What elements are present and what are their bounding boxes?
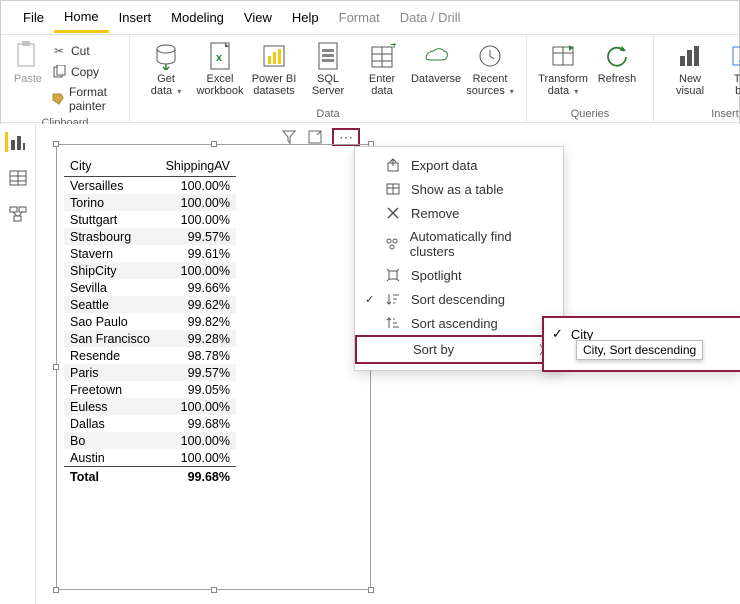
group-label-data: Data [140,106,516,120]
sql-button[interactable]: SQLServer [302,39,354,99]
refresh-icon [602,41,632,71]
report-canvas[interactable]: ⋯ City ShippingAV Versailles100.00%Torin… [36,124,740,604]
spotlight-icon [385,267,401,283]
col-header-shipping[interactable]: ShippingAV [158,156,236,177]
clusters-icon [385,236,400,252]
table-row[interactable]: Freetown99.05% [64,381,236,398]
ctx-show-as-a-table[interactable]: Show as a table [355,177,563,201]
table-row[interactable]: Dallas99.68% [64,415,236,432]
excel-button[interactable]: xExcelworkbook [194,39,246,99]
svg-text:x: x [216,52,223,64]
menubar-tab-modeling[interactable]: Modeling [161,4,234,31]
ctx-spotlight[interactable]: Spotlight [355,263,563,287]
table-row[interactable]: ShipCity100.00% [64,262,236,279]
ctx-sort-by[interactable]: Sort by〉 [355,335,563,364]
menubar-tab-insert[interactable]: Insert [109,4,162,31]
table-row[interactable]: Paris99.57% [64,364,236,381]
ctx-automatically-find-clusters[interactable]: Automatically find clusters [355,225,563,263]
table-row[interactable]: Euless100.00% [64,398,236,415]
menubar-tab-format[interactable]: Format [329,4,390,31]
ctx-remove[interactable]: Remove [355,201,563,225]
blank-icon [387,342,403,358]
transform-button[interactable]: Transformdata ▾ [537,39,589,99]
dataverse-icon [421,41,451,71]
ctx-export-data[interactable]: Export data [355,153,563,177]
table-row[interactable]: Strasbourg99.57% [64,228,236,245]
text_box-icon: A [729,41,740,71]
table-row[interactable]: Austin100.00% [64,449,236,467]
table-row[interactable]: Sevilla99.66% [64,279,236,296]
dataverse-button[interactable]: Dataverse [410,39,462,87]
col-header-city[interactable]: City [64,156,158,177]
cut-button[interactable]: ✂Cut [47,41,119,61]
sort-desc-icon [385,291,401,307]
sql-icon [313,41,343,71]
report-view-icon[interactable] [5,132,25,152]
table-row[interactable]: Stavern99.61% [64,245,236,262]
transform-icon [548,41,578,71]
ctx-sort-descending[interactable]: ✓Sort descending [355,287,563,311]
menubar-tab-data-drill[interactable]: Data / Drill [390,4,471,31]
new_visual-button[interactable]: Newvisual [664,39,716,99]
menubar-tab-help[interactable]: Help [282,4,329,31]
table-icon [385,181,401,197]
scissors-icon: ✂ [51,43,67,59]
menubar-tab-file[interactable]: File [13,4,54,31]
group-label-queries: Queries [537,106,643,120]
menubar-tab-home[interactable]: Home [54,3,109,33]
visual-context-menu: Export dataShow as a tableRemoveAutomati… [354,146,564,371]
recent-icon [475,41,505,71]
ctx-sort-ascending[interactable]: Sort ascending [355,311,563,335]
get_data-button[interactable]: Getdata ▾ [140,39,192,99]
table-row[interactable]: Sao Paulo99.82% [64,313,236,330]
table-row[interactable]: Seattle99.62% [64,296,236,313]
get_data-icon [151,41,181,71]
format-painter-icon [51,91,65,107]
export-icon [385,157,401,173]
copy-icon [51,64,67,80]
excel-icon: x [205,41,235,71]
enter-icon: + [367,41,397,71]
data-view-icon[interactable] [8,168,28,188]
pbi_ds-icon [259,41,289,71]
group-label-insert: Insert [664,106,740,120]
model-view-icon[interactable] [8,204,28,224]
table-row[interactable]: Stuttgart100.00% [64,211,236,228]
menubar-tab-view[interactable]: View [234,4,282,31]
ribbon: Paste ✂Cut Copy Format painter Clipboard… [1,35,739,123]
table-visual[interactable]: City ShippingAV Versailles100.00%Torino1… [64,156,236,486]
table-row[interactable]: Bo100.00% [64,432,236,449]
paste-button[interactable]: Paste [11,39,45,87]
svg-text:+: + [390,43,396,52]
sort-asc-icon [385,315,401,331]
view-rail [0,124,36,604]
refresh-button[interactable]: Refresh [591,39,643,87]
copy-button[interactable]: Copy [47,62,119,82]
new_visual-icon [675,41,705,71]
sort-by-submenu: ✓ City City, Sort descending [542,316,740,372]
table-row[interactable]: Resende98.78% [64,347,236,364]
submenu-tooltip: City, Sort descending [576,340,703,360]
enter-button[interactable]: +Enterdata [356,39,408,99]
menubar: FileHomeInsertModelingViewHelpFormatData… [1,1,739,35]
table-row[interactable]: San Francisco99.28% [64,330,236,347]
table-total-row: Total99.68% [64,467,236,486]
recent-button[interactable]: Recentsources ▾ [464,39,516,99]
pbi_ds-button[interactable]: Power BIdatasets [248,39,300,99]
text_box-button[interactable]: ATextbox [718,39,740,99]
table-row[interactable]: Torino100.00% [64,194,236,211]
check-icon: ✓ [552,326,563,342]
table-row[interactable]: Versailles100.00% [64,177,236,195]
remove-icon [385,205,401,221]
format-painter-button[interactable]: Format painter [47,83,119,115]
paste-icon [13,41,43,71]
